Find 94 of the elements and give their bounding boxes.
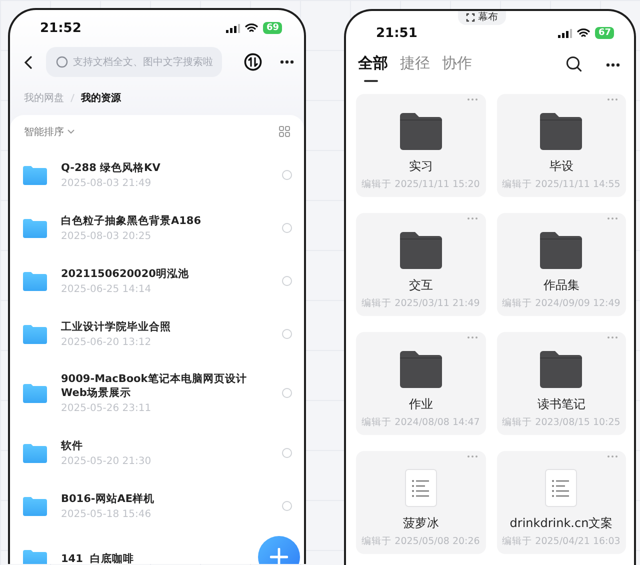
item-card[interactable]: drinkdrink.cn文案 编辑于 2025/04/21 16:03 — [496, 451, 626, 554]
file-name: 9009-MacBook笔记本电脑网页设计Web场景展示 — [61, 372, 248, 400]
item-name: 作业 — [408, 396, 433, 413]
edited-time: 编辑于 2025/03/11 21:49 — [362, 297, 480, 310]
select-radio[interactable] — [282, 328, 292, 338]
file-date: 2025-06-25 14:14 — [61, 284, 152, 294]
folder-icon — [23, 383, 47, 403]
file-date: 2025-05-20 21:30 — [61, 456, 152, 466]
folder-icon — [540, 231, 582, 269]
pill-label: 幕布 — [478, 11, 498, 24]
item-name: 实习 — [408, 158, 433, 175]
item-card[interactable]: 实习 编辑于 2025/11/11 15:20 — [356, 94, 486, 197]
folder-icon — [23, 218, 47, 238]
select-radio[interactable] — [282, 276, 292, 286]
edited-time: 编辑于 2025/05/08 20:26 — [362, 535, 480, 548]
item-name: 读书笔记 — [537, 396, 586, 413]
item-name: 毕设 — [549, 158, 574, 175]
file-row[interactable]: 白色粒子抽象黑色背景A186 2025-08-03 20:25 — [10, 201, 304, 254]
document-icon — [404, 469, 437, 507]
select-radio[interactable] — [282, 222, 292, 232]
file-name: Q-288 绿色风格KV — [61, 160, 160, 174]
file-row[interactable]: 141 白底咖啡 — [10, 532, 304, 564]
wifi-icon — [245, 23, 258, 33]
file-name: 2021150620020明泓池 — [61, 266, 189, 280]
folder-icon — [540, 350, 582, 388]
folder-icon — [23, 164, 47, 184]
grid-view-icon[interactable] — [279, 126, 290, 137]
folder-icon — [23, 442, 47, 462]
file-name: 白色粒子抽象黑色背景A186 — [61, 214, 202, 228]
file-row[interactable]: Q-288 绿色风格KV 2025-08-03 21:49 — [10, 148, 304, 201]
more-icon[interactable] — [606, 63, 620, 67]
file-date: 2025-05-26 23:11 — [61, 403, 152, 414]
search-field[interactable]: 支持文档全文、图中文字搜索啦 — [46, 47, 222, 77]
file-row[interactable]: 工业设计学院毕业合照 2025-06-20 13:12 — [10, 307, 304, 360]
plus-icon — [270, 548, 288, 564]
select-radio[interactable] — [282, 500, 292, 510]
file-row[interactable]: 9009-MacBook笔记本电脑网页设计Web场景展示 2025-05-26 23:11 — [10, 360, 304, 426]
battery-level: 69 — [263, 22, 282, 34]
separator-icon — [70, 93, 75, 103]
folder-icon — [23, 270, 47, 290]
file-date: 2025-06-20 13:12 — [61, 336, 152, 348]
edited-time: 编辑于 2025/11/11 15:20 — [362, 178, 480, 191]
tab[interactable]: 捷径 — [400, 53, 430, 78]
tab[interactable]: 协作 — [442, 53, 472, 78]
file-row[interactable]: B016-网站AE样机 2025-05-18 15:46 — [10, 479, 304, 532]
item-card[interactable]: 菠萝冰 编辑于 2025/05/08 20:26 — [356, 451, 486, 554]
edited-time: 编辑于 2024/08/08 14:47 — [362, 416, 480, 429]
breadcrumb-item[interactable]: 我的资源 — [81, 91, 121, 105]
file-row[interactable]: 2021150620020明泓池 2025-06-25 14:14 — [10, 254, 304, 307]
folder-icon — [23, 496, 47, 516]
item-card[interactable]: 交互 编辑于 2025/03/11 21:49 — [356, 213, 486, 316]
item-name: 作品集 — [543, 277, 580, 294]
folder-icon — [400, 350, 442, 388]
item-name: 交互 — [408, 277, 433, 294]
search-icon[interactable] — [566, 56, 582, 72]
folder-icon — [23, 324, 47, 344]
select-radio[interactable] — [282, 170, 292, 180]
battery-level: 67 — [595, 27, 614, 39]
chevron-down-icon — [67, 129, 75, 134]
select-radio[interactable] — [282, 388, 292, 398]
item-card[interactable]: 作品集 编辑于 2024/09/09 12:49 — [496, 213, 626, 316]
item-card[interactable]: 读书笔记 编辑于 2023/08/15 10:25 — [496, 332, 626, 435]
item-card[interactable]: 毕设 编辑于 2025/11/11 14:55 — [496, 94, 626, 197]
file-date: 2025-08-03 20:25 — [61, 230, 152, 242]
signal-icon — [558, 28, 572, 38]
status-time: 21:51 — [376, 26, 418, 40]
document-icon — [545, 469, 578, 507]
file-name: 软件 — [61, 438, 83, 452]
sort-icon[interactable] — [244, 53, 262, 71]
wifi-icon — [577, 28, 590, 38]
edited-time: 编辑于 2025/11/11 14:55 — [502, 178, 620, 191]
folder-icon — [400, 231, 442, 269]
file-date: 2025-05-18 15:46 — [61, 508, 152, 520]
select-radio[interactable] — [282, 448, 292, 458]
search-icon — [56, 56, 68, 68]
file-name: 工业设计学院毕业合照 — [61, 320, 171, 334]
item-name: 菠萝冰 — [402, 515, 439, 532]
folder-icon — [540, 112, 582, 150]
signal-icon — [226, 24, 240, 32]
folder-icon — [23, 548, 47, 564]
sort-label[interactable]: 智能排序 — [24, 124, 64, 138]
file-name: 141 白底咖啡 — [61, 552, 134, 564]
status-time: 21:52 — [40, 20, 82, 36]
folder-icon — [400, 112, 442, 150]
file-date: 2025-08-03 21:49 — [61, 178, 152, 188]
edited-time: 编辑于 2025/04/21 16:03 — [502, 535, 620, 548]
file-name: B016-网站AE样机 — [61, 492, 155, 506]
back-icon[interactable] — [24, 56, 32, 68]
item-name: drinkdrink.cn文案 — [510, 515, 613, 532]
more-icon[interactable] — [280, 60, 294, 64]
file-row[interactable]: 软件 2025-05-20 21:30 — [10, 426, 304, 479]
edited-time: 编辑于 2023/08/15 10:25 — [502, 416, 620, 429]
edited-time: 编辑于 2024/09/09 12:49 — [502, 297, 620, 310]
item-card[interactable]: 作业 编辑于 2024/08/08 14:47 — [356, 332, 486, 435]
